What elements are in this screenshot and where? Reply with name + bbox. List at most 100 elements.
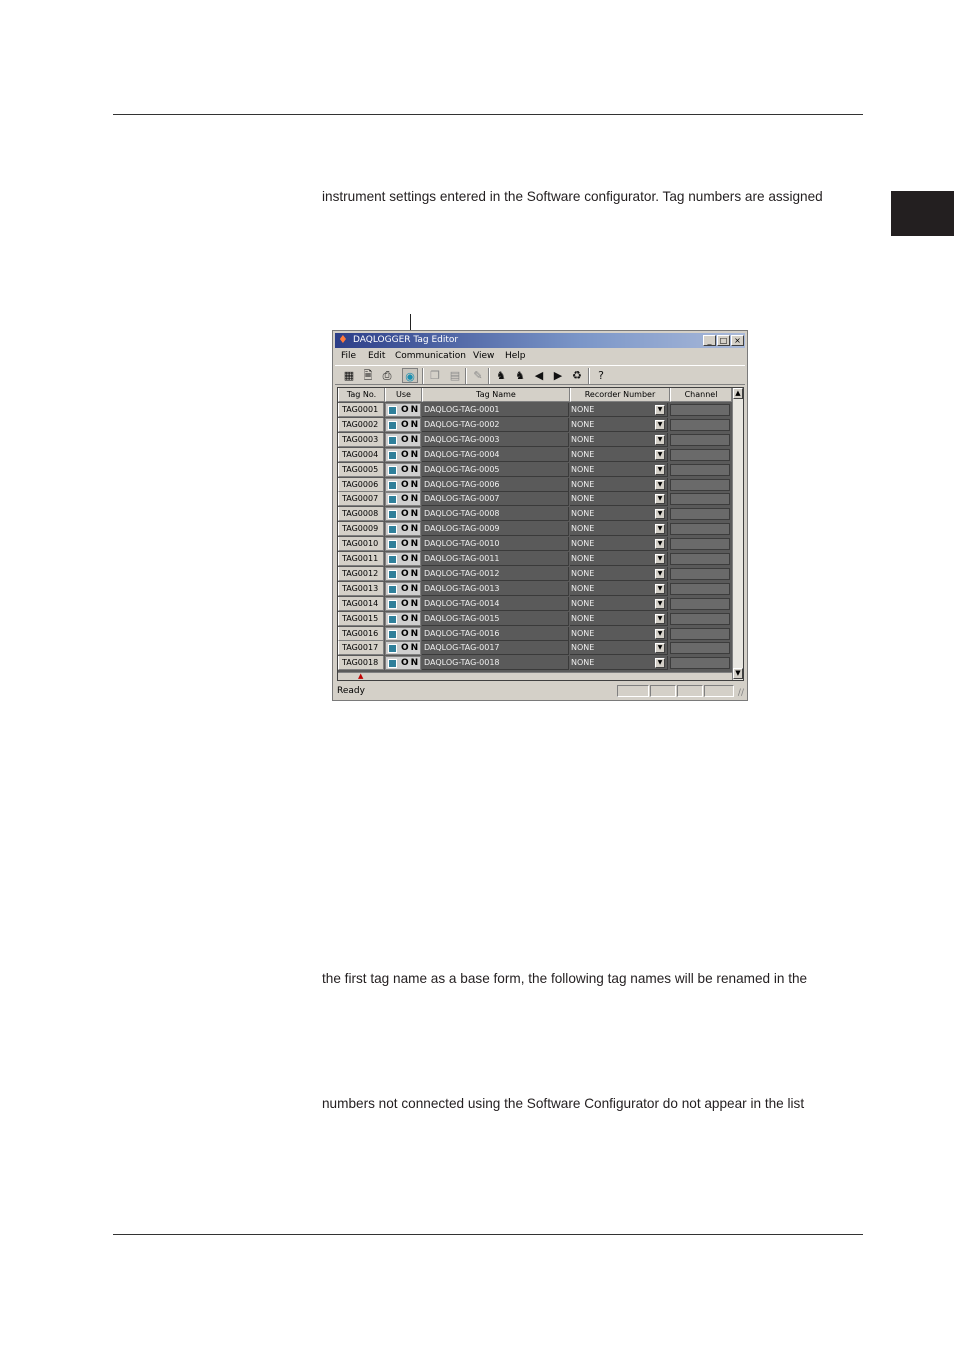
tag-no-cell[interactable]: TAG0006: [338, 477, 384, 492]
tag-no-cell[interactable]: TAG0001: [338, 403, 384, 417]
use-checkbox[interactable]: [388, 569, 397, 579]
tag-name-cell[interactable]: DAQLOG-TAG-0004: [422, 447, 569, 462]
tag-name-cell[interactable]: DAQLOG-TAG-0013: [422, 581, 569, 596]
chevron-down-icon[interactable]: ▼: [655, 524, 665, 535]
recorder-number-select[interactable]: NONE ▼: [570, 552, 668, 566]
use-cell[interactable]: ON: [385, 403, 421, 417]
recorder-number-select[interactable]: NONE ▼: [570, 626, 668, 641]
chevron-down-icon[interactable]: ▼: [655, 449, 665, 460]
tag-no-cell[interactable]: TAG0007: [338, 492, 384, 507]
use-checkbox[interactable]: [388, 584, 397, 594]
tag-no-cell[interactable]: TAG0014: [338, 596, 384, 611]
use-checkbox[interactable]: [388, 659, 397, 669]
use-cell[interactable]: ON: [385, 462, 421, 477]
use-cell[interactable]: ON: [385, 477, 421, 492]
channel-cell[interactable]: [670, 433, 730, 446]
channel-cell[interactable]: [670, 508, 730, 521]
recorder-number-select[interactable]: NONE ▼: [570, 417, 668, 432]
channel-cell[interactable]: [670, 493, 730, 506]
use-cell[interactable]: ON: [385, 611, 421, 626]
tag-name-cell[interactable]: DAQLOG-TAG-0009: [422, 522, 569, 537]
table-row[interactable]: TAG0006 ON DAQLOG-TAG-0006 NONE ▼: [338, 477, 731, 493]
channel-cell[interactable]: [670, 567, 730, 580]
table-row[interactable]: TAG0011 ON DAQLOG-TAG-0011 NONE ▼: [338, 552, 731, 567]
channel-cell[interactable]: [670, 612, 730, 625]
channel-cell[interactable]: [670, 448, 730, 461]
recorder-number-select[interactable]: NONE ▼: [570, 432, 668, 447]
header-use[interactable]: Use: [385, 388, 422, 402]
header-tag-name[interactable]: Tag Name: [422, 388, 570, 402]
tag-name-cell[interactable]: DAQLOG-TAG-0015: [422, 611, 569, 626]
copy-icon[interactable]: ❐: [427, 368, 443, 383]
chevron-down-icon[interactable]: ▼: [655, 464, 665, 475]
tag-no-cell[interactable]: TAG0017: [338, 641, 384, 656]
binoculars-icon[interactable]: ♻: [569, 368, 585, 383]
use-cell[interactable]: ON: [385, 656, 421, 671]
use-cell[interactable]: ON: [385, 596, 421, 611]
tag-name-cell[interactable]: DAQLOG-TAG-0018: [422, 656, 569, 671]
chevron-down-icon[interactable]: ▼: [655, 419, 665, 430]
tag-name-cell[interactable]: DAQLOG-TAG-0012: [422, 566, 569, 581]
tag-no-cell[interactable]: TAG0012: [338, 566, 384, 581]
find-next-icon[interactable]: ♞: [512, 368, 528, 383]
use-cell[interactable]: ON: [385, 641, 421, 656]
title-bar[interactable]: ♦ DAQLOGGER Tag Editor _ □ ×: [335, 333, 745, 348]
channel-cell[interactable]: [670, 404, 730, 416]
recorder-number-select[interactable]: NONE ▼: [570, 566, 668, 581]
table-row[interactable]: TAG0014 ON DAQLOG-TAG-0014 NONE ▼: [338, 596, 731, 612]
recorder-number-select[interactable]: NONE ▼: [570, 641, 668, 656]
table-row[interactable]: TAG0003 ON DAQLOG-TAG-0003 NONE ▼: [338, 432, 731, 448]
table-row[interactable]: TAG0009 ON DAQLOG-TAG-0009 NONE ▼: [338, 522, 731, 537]
maximize-button[interactable]: □: [717, 335, 730, 346]
recorder-number-select[interactable]: NONE ▼: [570, 656, 668, 671]
minimize-button[interactable]: _: [703, 335, 716, 346]
channel-cell[interactable]: [670, 463, 730, 476]
tag-name-cell[interactable]: DAQLOG-TAG-0014: [422, 596, 569, 611]
table-row[interactable]: TAG0007 ON DAQLOG-TAG-0007 NONE ▼: [338, 492, 731, 507]
use-cell[interactable]: ON: [385, 552, 421, 566]
recorder-number-select[interactable]: NONE ▼: [570, 492, 668, 507]
use-checkbox[interactable]: [388, 644, 397, 654]
find-icon[interactable]: ♞: [493, 368, 509, 383]
chevron-down-icon[interactable]: ▼: [655, 658, 665, 669]
use-checkbox[interactable]: [388, 525, 397, 535]
tag-no-cell[interactable]: TAG0009: [338, 522, 384, 537]
channel-cell[interactable]: [670, 523, 730, 536]
use-checkbox[interactable]: [388, 465, 397, 475]
tag-no-cell[interactable]: TAG0015: [338, 611, 384, 626]
vertical-scrollbar[interactable]: ▲ ▼: [732, 388, 743, 680]
tag-name-cell[interactable]: DAQLOG-TAG-0001: [422, 403, 569, 417]
chevron-down-icon[interactable]: ▼: [655, 613, 665, 624]
tag-no-cell[interactable]: TAG0013: [338, 581, 384, 596]
use-checkbox[interactable]: [388, 629, 397, 639]
table-row[interactable]: TAG0010 ON DAQLOG-TAG-0010 NONE ▼: [338, 537, 731, 552]
chevron-down-icon[interactable]: ▼: [655, 539, 665, 550]
use-cell[interactable]: ON: [385, 417, 421, 432]
recorder-number-select[interactable]: NONE ▼: [570, 507, 668, 522]
chevron-down-icon[interactable]: ▼: [655, 494, 665, 505]
use-checkbox[interactable]: [388, 420, 397, 430]
channel-cell[interactable]: [670, 582, 730, 595]
header-recorder-number[interactable]: Recorder Number: [570, 388, 670, 402]
use-checkbox[interactable]: [388, 510, 397, 520]
table-row[interactable]: TAG0005 ON DAQLOG-TAG-0005 NONE ▼: [338, 462, 731, 478]
use-checkbox[interactable]: [388, 614, 397, 624]
tag-name-cell[interactable]: DAQLOG-TAG-0010: [422, 537, 569, 552]
tag-no-cell[interactable]: TAG0010: [338, 537, 384, 552]
menu-file[interactable]: File: [341, 350, 356, 362]
tag-name-cell[interactable]: DAQLOG-TAG-0005: [422, 462, 569, 477]
recorder-number-select[interactable]: NONE ▼: [570, 403, 668, 417]
use-cell[interactable]: ON: [385, 626, 421, 641]
next-icon[interactable]: ▶: [550, 368, 566, 383]
scroll-up-icon[interactable]: ▲: [733, 388, 743, 399]
use-checkbox[interactable]: [388, 406, 397, 415]
table-row[interactable]: TAG0002 ON DAQLOG-TAG-0002 NONE ▼: [338, 417, 731, 433]
header-channel[interactable]: Channel: [670, 388, 732, 402]
channel-cell[interactable]: [670, 538, 730, 551]
chevron-down-icon[interactable]: ▼: [655, 598, 665, 609]
use-cell[interactable]: ON: [385, 492, 421, 507]
table-row[interactable]: TAG0015 ON DAQLOG-TAG-0015 NONE ▼: [338, 611, 731, 627]
tag-name-cell[interactable]: DAQLOG-TAG-0007: [422, 492, 569, 507]
recorder-number-select[interactable]: NONE ▼: [570, 477, 668, 492]
print-icon[interactable]: ⎙: [379, 368, 395, 383]
